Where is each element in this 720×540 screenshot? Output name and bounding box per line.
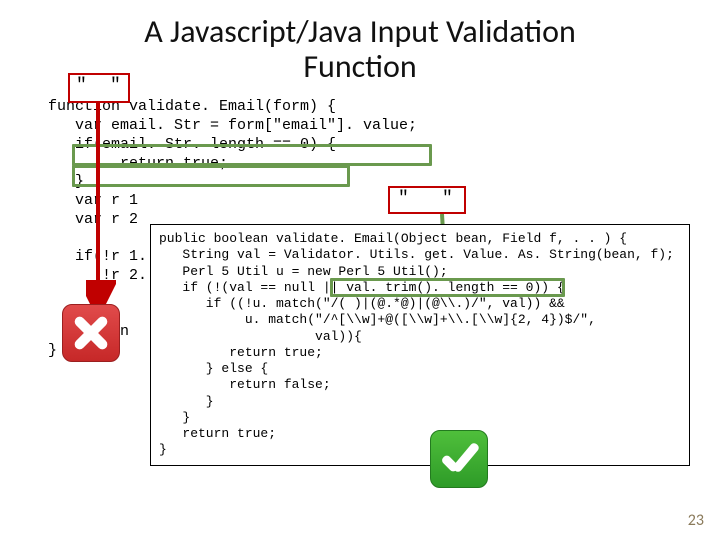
- quote-highlight-left: " ": [68, 73, 130, 103]
- page-number: 23: [688, 511, 704, 530]
- check-icon: [430, 430, 488, 488]
- quote-mark: ": [442, 189, 453, 209]
- java-code-text: public boolean validate. Email(Object be…: [159, 231, 674, 457]
- title-line-1: A Javascript/Java Input Validation: [144, 12, 576, 51]
- quote-mark: ": [110, 76, 121, 96]
- cross-icon: [62, 304, 120, 362]
- java-code-block: public boolean validate. Email(Object be…: [150, 224, 690, 466]
- title-line-2: Function: [303, 47, 416, 86]
- quote-mark: ": [398, 189, 409, 209]
- quote-mark: ": [76, 76, 87, 96]
- quote-highlight-right: " ": [388, 186, 466, 214]
